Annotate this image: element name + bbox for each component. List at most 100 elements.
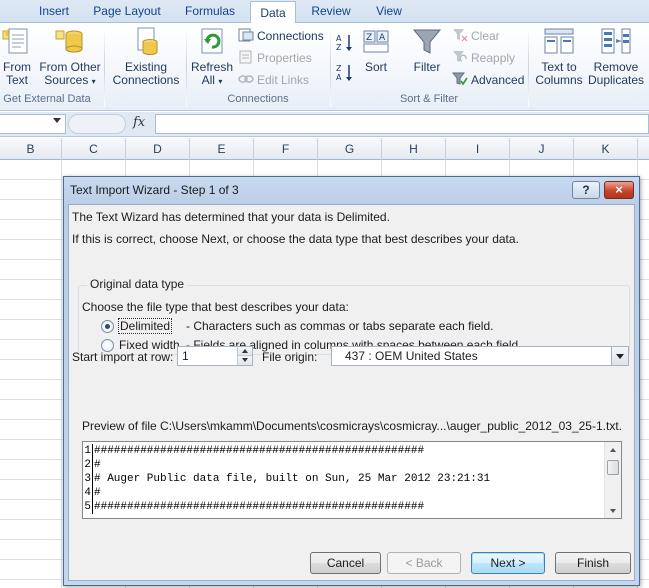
connections-button[interactable]: Connections	[238, 27, 324, 45]
tab-page-layout[interactable]: Page Layout	[92, 0, 162, 23]
svg-text:Z: Z	[336, 64, 342, 73]
reapply-label: Reapply	[471, 51, 516, 65]
column-header-i[interactable]: I	[446, 138, 510, 160]
reapply-button[interactable]: Reapply	[452, 49, 515, 67]
edit-links-button[interactable]: Edit Links	[238, 71, 309, 89]
cancel-button[interactable]: Cancel	[310, 552, 381, 574]
funnel-icon	[411, 25, 443, 57]
delimited-radio[interactable]	[101, 320, 114, 333]
scroll-up-icon[interactable]	[610, 448, 616, 452]
group-separator	[528, 27, 529, 107]
svg-text:A: A	[379, 33, 386, 43]
preview-line-number: 2	[84, 458, 93, 472]
start-row-stepper[interactable]: 1	[177, 346, 253, 366]
file-preview[interactable]: 1 #######################################…	[82, 441, 622, 519]
sort-ascending-icon: AZ	[336, 33, 354, 53]
refresh-all-label-1: Refresh	[190, 60, 234, 74]
existing-connections-button[interactable]: Existing Connections	[110, 25, 182, 87]
column-header-j[interactable]: J	[510, 138, 574, 160]
preview-line: 2 #	[83, 458, 603, 472]
filter-label: Filter	[413, 60, 441, 74]
clear-filter-button[interactable]: Clear	[452, 27, 500, 45]
dialog-titlebar[interactable]: Text Import Wizard - Step 1 of 3 ? ×	[64, 177, 639, 204]
from-other-sources-button[interactable]: From Other Sources ▾	[38, 25, 102, 88]
formula-bar: fx	[0, 112, 649, 137]
start-row-value[interactable]: 1	[182, 349, 189, 363]
sort-dialog-icon: ZA	[360, 25, 392, 57]
column-header-d[interactable]: D	[126, 138, 190, 160]
tab-review[interactable]: Review	[308, 0, 354, 23]
from-other-label-1: From Other	[39, 60, 101, 74]
sort-button[interactable]: ZA Sort	[358, 25, 394, 74]
properties-button[interactable]: Properties	[238, 49, 312, 67]
file-origin-dropdown-button[interactable]	[611, 347, 628, 365]
formula-input[interactable]	[155, 114, 649, 134]
ribbon-tab-bar: Insert Page Layout Formulas Data Review …	[0, 0, 649, 24]
advanced-filter-icon	[451, 72, 468, 86]
column-header-e[interactable]: E	[190, 138, 254, 160]
preview-line: 1 #######################################…	[83, 444, 603, 458]
grid-line	[61, 160, 62, 588]
from-text-label-1: From	[3, 60, 31, 74]
preview-line-number: 5	[84, 500, 93, 514]
text-to-columns-label-1: Text to	[541, 60, 577, 74]
increment-button[interactable]	[238, 347, 252, 356]
chevron-down-icon	[242, 358, 248, 362]
svg-text:Z: Z	[336, 43, 342, 52]
file-origin-select[interactable]: 437 : OEM United States	[331, 346, 629, 366]
delimited-label[interactable]: Delimited	[117, 318, 173, 334]
column-header-h[interactable]: H	[382, 138, 446, 160]
column-header-k[interactable]: K	[574, 138, 638, 160]
tab-view[interactable]: View	[372, 0, 406, 23]
refresh-all-button[interactable]: Refresh All ▾	[190, 25, 234, 88]
column-header-f[interactable]: F	[254, 138, 318, 160]
chevron-up-icon	[242, 349, 248, 353]
close-button[interactable]: ×	[604, 181, 634, 199]
text-to-columns-button[interactable]: Text to Columns	[532, 25, 586, 87]
chevron-down-icon[interactable]	[53, 118, 61, 123]
chevron-down-icon: ▾	[91, 77, 96, 86]
column-header-g[interactable]: G	[318, 138, 382, 160]
chevron-down-icon	[616, 354, 624, 359]
preview-line-text: ########################################…	[94, 501, 425, 513]
preview-scrollbar[interactable]	[604, 442, 621, 518]
preview-label: Preview of file C:\Users\mkamm\Documents…	[82, 419, 622, 433]
decrement-button[interactable]	[238, 356, 252, 365]
sort-z-to-a-button[interactable]: ZA	[336, 63, 357, 85]
sort-label: Sort	[364, 60, 387, 74]
text-import-wizard-dialog: Text Import Wizard - Step 1 of 3 ? × The…	[63, 176, 640, 586]
filter-button[interactable]: Filter	[408, 25, 446, 74]
insert-function-icon[interactable]: fx	[133, 115, 145, 130]
tab-data[interactable]: Data	[250, 1, 296, 24]
scrollbar-thumb[interactable]	[607, 460, 619, 475]
intro-text-1: The Text Wizard has determined that your…	[72, 210, 390, 224]
advanced-filter-button[interactable]: Advanced	[451, 71, 525, 89]
from-text-button[interactable]: From Text	[0, 25, 34, 87]
remove-duplicates-button[interactable]: Remove Duplicates	[586, 25, 646, 87]
group-separator	[186, 27, 187, 107]
next-button[interactable]: Next >	[471, 552, 545, 574]
original-data-type-group: Original data type Choose the file type …	[78, 277, 630, 355]
remove-duplicates-icon	[600, 25, 632, 57]
group-separator	[104, 27, 105, 107]
choose-file-type-label: Choose the file type that best describes…	[82, 300, 349, 314]
text-file-icon	[1, 25, 33, 57]
column-header-c[interactable]: C	[62, 138, 126, 160]
column-header-b[interactable]: B	[0, 138, 62, 160]
clear-label: Clear	[471, 29, 500, 43]
advanced-label: Advanced	[471, 73, 525, 87]
scroll-down-icon[interactable]	[610, 509, 616, 513]
from-text-label-2: Text	[5, 73, 28, 87]
tab-formulas[interactable]: Formulas	[182, 0, 238, 23]
tab-insert[interactable]: Insert	[36, 0, 72, 23]
sort-a-to-z-button[interactable]: AZ	[336, 33, 357, 55]
help-button[interactable]: ?	[572, 181, 600, 199]
back-button[interactable]: < Back	[387, 552, 461, 574]
group-label-connections: Connections	[227, 93, 289, 105]
existing-connections-icon	[130, 25, 162, 57]
chevron-down-icon: ▾	[218, 77, 223, 86]
preview-line: 3 # Auger Public data file, built on Sun,…	[83, 472, 603, 486]
name-box[interactable]	[0, 114, 66, 134]
finish-button[interactable]: Finish	[555, 552, 631, 574]
ribbon: From Text From Other Sources ▾ Get Exter…	[0, 23, 649, 111]
